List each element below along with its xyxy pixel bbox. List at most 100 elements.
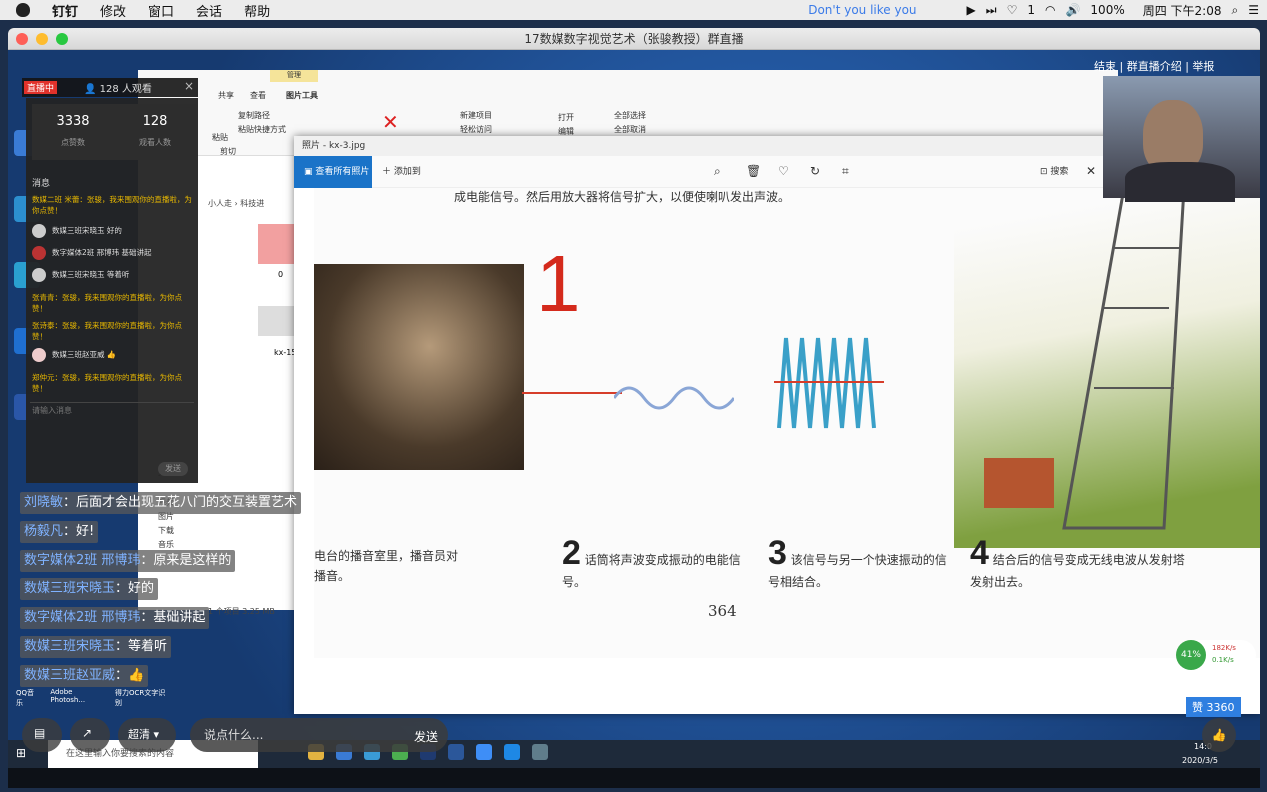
maximize-window-button[interactable] bbox=[56, 33, 68, 45]
desktop-icon-label[interactable]: Adobe Photosh... bbox=[50, 688, 103, 708]
messages-header: 消息 bbox=[32, 179, 51, 189]
new-item-button[interactable]: 新建项目 bbox=[460, 110, 492, 121]
step-1-caption-line: 播音。 bbox=[314, 569, 351, 583]
comment-icon: ▤ bbox=[34, 726, 46, 740]
like-button[interactable]: 👍 bbox=[1202, 718, 1236, 752]
paste-shortcut-button[interactable]: 粘贴快捷方式 bbox=[238, 124, 286, 135]
search-button[interactable]: ⊡ 搜索 bbox=[1040, 156, 1068, 188]
clock[interactable]: 周四 下午2:08 bbox=[1143, 2, 1222, 19]
rotate-icon[interactable]: ↻ bbox=[810, 164, 820, 178]
tab-share[interactable]: 共享 bbox=[218, 90, 234, 101]
share-button[interactable]: ↗ bbox=[70, 718, 110, 752]
cpu-usage: 41% bbox=[1176, 640, 1206, 670]
view-all-photos-label: 查看所有照片 bbox=[315, 167, 370, 177]
download-speed: 0.1K/s bbox=[1212, 656, 1234, 664]
battery-percent[interactable]: 100% bbox=[1090, 3, 1124, 17]
tab-picture-tools[interactable]: 图片工具 bbox=[286, 90, 318, 101]
chat-send-button[interactable]: 发送 bbox=[158, 462, 188, 476]
network-speed-widget[interactable]: 41% 182K/s 0.1K/s bbox=[1176, 640, 1256, 670]
likes-stat: 3338 点赞数 bbox=[32, 104, 114, 160]
chat-input[interactable]: 请输入消息 bbox=[30, 402, 194, 452]
danmu-text: 后面才会出现五花八门的交互装置艺术 bbox=[76, 495, 298, 510]
comment-input[interactable]: 说点什么... bbox=[190, 718, 448, 752]
screen-capture-icon[interactable] bbox=[504, 744, 520, 760]
wifi-icon[interactable]: ◠ bbox=[1045, 3, 1055, 17]
menu-app-name[interactable]: 钉钉 bbox=[52, 1, 78, 20]
end-link[interactable]: 结束 bbox=[1094, 60, 1116, 73]
window-title: 17数媒数字视觉艺术（张骏教授）群直播 bbox=[524, 32, 744, 46]
explorer-status: 1 个项目 3.25 MB bbox=[208, 607, 275, 616]
notification-badge[interactable]: 1 bbox=[1027, 3, 1035, 17]
volume-icon[interactable]: 🔊 bbox=[1065, 3, 1080, 17]
view-all-photos-button[interactable]: ▣ 查看所有照片 bbox=[294, 156, 372, 188]
zoom-icon[interactable]: ⌕ bbox=[714, 164, 721, 179]
step-4-caption: 结合后的信号变成无线电波从发射塔发射出去。 bbox=[970, 553, 1185, 589]
taskbar-date[interactable]: 2020/3/5 bbox=[1182, 756, 1218, 765]
trash-icon[interactable]: 🗑 bbox=[746, 164, 761, 178]
danmu-name: 数字媒体2班 邢博玮 bbox=[24, 610, 141, 625]
teacher-webcam bbox=[1103, 76, 1260, 202]
menu-item-edit[interactable]: 修改 bbox=[100, 1, 126, 20]
comment-toggle-button[interactable]: ▤ bbox=[22, 718, 62, 752]
menu-list-icon[interactable]: ☰ bbox=[1248, 3, 1259, 17]
delete-icon[interactable]: ✕ bbox=[382, 110, 399, 134]
step-2: 2 话筒将声波变成振动的电能信号。 bbox=[562, 534, 742, 590]
danmu-text: 好! bbox=[76, 524, 95, 539]
explorer-breadcrumb[interactable]: 小人走 › 科技进 bbox=[208, 198, 298, 209]
sidebar-item-downloads[interactable]: 下载 bbox=[158, 524, 228, 538]
step-4-number: 4 bbox=[970, 534, 989, 572]
danmu-comment: 数媒三班宋晓玉：等着听 bbox=[20, 636, 172, 658]
minimize-window-button[interactable] bbox=[36, 33, 48, 45]
search-label: 搜索 bbox=[1050, 167, 1069, 177]
desktop-icon-label[interactable]: QQ音乐 bbox=[16, 688, 38, 708]
desktop-icon-labels: QQ音乐 Adobe Photosh... 得力OCR文字识别 bbox=[16, 688, 166, 708]
report-link[interactable]: 举报 bbox=[1192, 60, 1214, 73]
desktop-icon-label[interactable]: 得力OCR文字识别 bbox=[115, 688, 166, 708]
now-playing-text[interactable]: Don't you like you bbox=[808, 3, 916, 17]
danmu-name: 杨毅凡 bbox=[24, 524, 64, 539]
cut-button[interactable]: 剪切 bbox=[220, 146, 236, 157]
select-none-button[interactable]: 全部取消 bbox=[614, 124, 646, 135]
image-thumbnail[interactable] bbox=[258, 306, 298, 336]
live-stats-panel: 3338 点赞数 128 观看人数 消息 数媒二班 米蕾：张骏，我来围观你的直播… bbox=[26, 98, 198, 483]
upload-speed: 182K/s bbox=[1212, 644, 1236, 652]
comment-send-button[interactable]: 发送 bbox=[414, 728, 438, 745]
intro-link[interactable]: 群直播介绍 bbox=[1127, 60, 1182, 73]
sound-wave-graphic bbox=[614, 386, 734, 410]
photos-icon[interactable] bbox=[532, 744, 548, 760]
favorite-icon[interactable]: ♡ bbox=[778, 164, 789, 178]
menu-item-help[interactable]: 帮助 bbox=[244, 1, 270, 20]
tower-graphic bbox=[984, 186, 1186, 530]
easy-access-button[interactable]: 轻松访问 bbox=[460, 124, 492, 135]
copy-path-button[interactable]: 复制路径 bbox=[238, 110, 270, 121]
tab-view[interactable]: 查看 bbox=[250, 90, 266, 101]
danmu-name: 数媒三班宋晓玉 bbox=[24, 639, 116, 654]
heart-icon[interactable]: ♡ bbox=[1007, 3, 1018, 17]
menu-item-session[interactable]: 会话 bbox=[196, 1, 222, 20]
announcer-photo bbox=[314, 264, 524, 470]
word-icon[interactable] bbox=[448, 744, 464, 760]
step-1-number: 1 bbox=[536, 239, 581, 328]
next-track-icon[interactable]: ⏭ bbox=[986, 3, 997, 18]
play-icon[interactable]: ▶ bbox=[967, 3, 976, 17]
select-all-button[interactable]: 全部选择 bbox=[614, 110, 646, 121]
chat-message-text: 数字媒体2班 邢博玮 基础讲起 bbox=[52, 248, 152, 257]
breadcrumb-item[interactable]: 科技进 bbox=[240, 199, 264, 208]
step-3-number: 3 bbox=[768, 534, 787, 572]
open-button[interactable]: 打开 bbox=[558, 112, 574, 123]
menu-item-window[interactable]: 窗口 bbox=[148, 1, 174, 20]
step-4: 4 结合后的信号变成无线电波从发射塔发射出去。 bbox=[970, 534, 1186, 590]
quality-select[interactable]: 超清 ▾ bbox=[118, 718, 176, 752]
crop-icon[interactable]: ⌗ bbox=[842, 164, 849, 179]
manage-tab-header[interactable]: 管理 bbox=[270, 70, 318, 82]
paste-button[interactable]: 粘贴 bbox=[212, 132, 228, 143]
more-icon[interactable]: ✕ bbox=[1086, 164, 1096, 178]
apple-icon[interactable] bbox=[16, 3, 30, 17]
dingtalk-icon[interactable] bbox=[476, 744, 492, 760]
close-window-button[interactable] bbox=[16, 33, 28, 45]
breadcrumb-item[interactable]: 小人走 bbox=[208, 199, 232, 208]
windows-start-icon[interactable]: ⊞ bbox=[16, 746, 26, 760]
add-to-button[interactable]: ＋ 添加到 bbox=[382, 156, 421, 188]
search-icon[interactable]: ⌕ bbox=[1232, 3, 1239, 18]
close-panel-icon[interactable]: × bbox=[184, 79, 194, 93]
